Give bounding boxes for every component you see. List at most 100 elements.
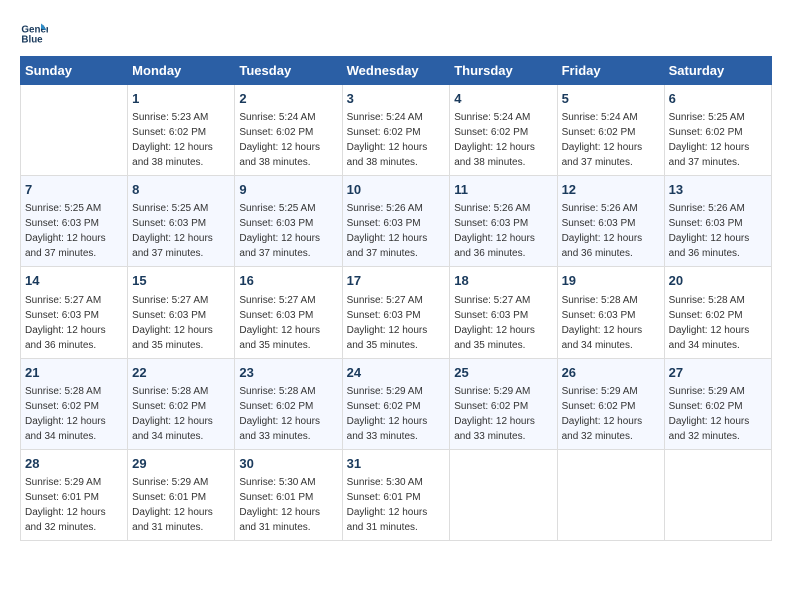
day-info: Sunrise: 5:25 AM Sunset: 6:02 PM Dayligh… — [669, 110, 767, 170]
calendar-week-2: 7Sunrise: 5:25 AM Sunset: 6:03 PM Daylig… — [21, 176, 772, 267]
calendar-cell: 31 Sunrise: 5:30 AM Sunset: 6:01 PM Dayli… — [342, 449, 450, 540]
calendar-cell: 13 Sunrise: 5:26 AM Sunset: 6:03 PM Dayli… — [664, 176, 771, 267]
day-info: Sunrise: 5:29 AM Sunset: 6:02 PM Dayligh… — [669, 384, 767, 444]
day-number: 8 — [132, 181, 230, 199]
calendar-cell: 7Sunrise: 5:25 AM Sunset: 6:03 PM Daylig… — [21, 176, 128, 267]
day-number: 30 — [239, 455, 337, 473]
logo-icon: General Blue — [20, 20, 48, 48]
calendar-cell: 28 Sunrise: 5:29 AM Sunset: 6:01 PM Dayli… — [21, 449, 128, 540]
day-number: 18 — [454, 272, 552, 290]
day-info: Sunrise: 5:26 AM Sunset: 6:03 PM Dayligh… — [454, 201, 552, 261]
day-info: Sunrise: 5:27 AM Sunset: 6:03 PM Dayligh… — [347, 293, 446, 353]
calendar-cell: 3 Sunrise: 5:24 AM Sunset: 6:02 PM Daylig… — [342, 85, 450, 176]
day-number: 14 — [25, 272, 123, 290]
day-info: Sunrise: 5:27 AM Sunset: 6:03 PM Dayligh… — [25, 293, 123, 353]
day-number: 3 — [347, 90, 446, 108]
calendar-week-4: 21 Sunrise: 5:28 AM Sunset: 6:02 PM Dayli… — [21, 358, 772, 449]
day-number: 16 — [239, 272, 337, 290]
day-info: Sunrise: 5:24 AM Sunset: 6:02 PM Dayligh… — [454, 110, 552, 170]
day-info: Sunrise: 5:28 AM Sunset: 6:02 PM Dayligh… — [669, 293, 767, 353]
day-info: Sunrise: 5:26 AM Sunset: 6:03 PM Dayligh… — [669, 201, 767, 261]
day-number: 12 — [562, 181, 660, 199]
day-number: 27 — [669, 364, 767, 382]
day-number: 29 — [132, 455, 230, 473]
day-number: 21 — [25, 364, 123, 382]
calendar-cell: 15 Sunrise: 5:27 AM Sunset: 6:03 PM Dayli… — [128, 267, 235, 358]
calendar-cell: 1 Sunrise: 5:23 AM Sunset: 6:02 PM Daylig… — [128, 85, 235, 176]
calendar-cell — [664, 449, 771, 540]
day-info: Sunrise: 5:27 AM Sunset: 6:03 PM Dayligh… — [132, 293, 230, 353]
calendar-table: SundayMondayTuesdayWednesdayThursdayFrid… — [20, 56, 772, 541]
day-info: Sunrise: 5:27 AM Sunset: 6:03 PM Dayligh… — [239, 293, 337, 353]
calendar-cell: 12Sunrise: 5:26 AM Sunset: 6:03 PM Dayli… — [557, 176, 664, 267]
calendar-cell: 25 Sunrise: 5:29 AM Sunset: 6:02 PM Dayli… — [450, 358, 557, 449]
day-info: Sunrise: 5:28 AM Sunset: 6:02 PM Dayligh… — [25, 384, 123, 444]
svg-text:Blue: Blue — [21, 34, 43, 45]
day-info: Sunrise: 5:25 AM Sunset: 6:03 PM Dayligh… — [25, 201, 123, 261]
weekday-header-thursday: Thursday — [450, 57, 557, 85]
calendar-cell: 4 Sunrise: 5:24 AM Sunset: 6:02 PM Daylig… — [450, 85, 557, 176]
day-number: 10 — [347, 181, 446, 199]
weekday-header-friday: Friday — [557, 57, 664, 85]
day-info: Sunrise: 5:25 AM Sunset: 6:03 PM Dayligh… — [239, 201, 337, 261]
day-info: Sunrise: 5:24 AM Sunset: 6:02 PM Dayligh… — [562, 110, 660, 170]
day-number: 2 — [239, 90, 337, 108]
day-info: Sunrise: 5:26 AM Sunset: 6:03 PM Dayligh… — [347, 201, 446, 261]
calendar-cell: 27 Sunrise: 5:29 AM Sunset: 6:02 PM Dayli… — [664, 358, 771, 449]
calendar-cell: 6Sunrise: 5:25 AM Sunset: 6:02 PM Daylig… — [664, 85, 771, 176]
calendar-cell: 21 Sunrise: 5:28 AM Sunset: 6:02 PM Dayli… — [21, 358, 128, 449]
day-info: Sunrise: 5:30 AM Sunset: 6:01 PM Dayligh… — [347, 475, 446, 535]
day-number: 13 — [669, 181, 767, 199]
day-number: 1 — [132, 90, 230, 108]
calendar-cell: 2 Sunrise: 5:24 AM Sunset: 6:02 PM Daylig… — [235, 85, 342, 176]
day-info: Sunrise: 5:23 AM Sunset: 6:02 PM Dayligh… — [132, 110, 230, 170]
calendar-header: SundayMondayTuesdayWednesdayThursdayFrid… — [21, 57, 772, 85]
day-number: 15 — [132, 272, 230, 290]
day-info: Sunrise: 5:28 AM Sunset: 6:02 PM Dayligh… — [239, 384, 337, 444]
calendar-cell — [450, 449, 557, 540]
day-number: 4 — [454, 90, 552, 108]
calendar-cell — [557, 449, 664, 540]
calendar-cell: 14 Sunrise: 5:27 AM Sunset: 6:03 PM Dayli… — [21, 267, 128, 358]
weekday-header-monday: Monday — [128, 57, 235, 85]
day-number: 9 — [239, 181, 337, 199]
calendar-week-1: 1 Sunrise: 5:23 AM Sunset: 6:02 PM Daylig… — [21, 85, 772, 176]
day-info: Sunrise: 5:29 AM Sunset: 6:01 PM Dayligh… — [132, 475, 230, 535]
day-number: 24 — [347, 364, 446, 382]
day-info: Sunrise: 5:24 AM Sunset: 6:02 PM Dayligh… — [239, 110, 337, 170]
day-number: 11 — [454, 181, 552, 199]
weekday-header-saturday: Saturday — [664, 57, 771, 85]
calendar-cell: 19Sunrise: 5:28 AM Sunset: 6:03 PM Dayli… — [557, 267, 664, 358]
calendar-cell: 5 Sunrise: 5:24 AM Sunset: 6:02 PM Daylig… — [557, 85, 664, 176]
page-header: General Blue — [20, 20, 772, 48]
day-info: Sunrise: 5:29 AM Sunset: 6:01 PM Dayligh… — [25, 475, 123, 535]
day-number: 31 — [347, 455, 446, 473]
calendar-cell: 22 Sunrise: 5:28 AM Sunset: 6:02 PM Dayli… — [128, 358, 235, 449]
calendar-cell: 29 Sunrise: 5:29 AM Sunset: 6:01 PM Dayli… — [128, 449, 235, 540]
calendar-cell: 23 Sunrise: 5:28 AM Sunset: 6:02 PM Dayli… — [235, 358, 342, 449]
day-info: Sunrise: 5:29 AM Sunset: 6:02 PM Dayligh… — [454, 384, 552, 444]
calendar-cell: 24Sunrise: 5:29 AM Sunset: 6:02 PM Dayli… — [342, 358, 450, 449]
day-number: 17 — [347, 272, 446, 290]
day-number: 20 — [669, 272, 767, 290]
calendar-cell: 17 Sunrise: 5:27 AM Sunset: 6:03 PM Dayli… — [342, 267, 450, 358]
weekday-header-row: SundayMondayTuesdayWednesdayThursdayFrid… — [21, 57, 772, 85]
calendar-cell: 11 Sunrise: 5:26 AM Sunset: 6:03 PM Dayli… — [450, 176, 557, 267]
day-info: Sunrise: 5:24 AM Sunset: 6:02 PM Dayligh… — [347, 110, 446, 170]
calendar-cell: 9 Sunrise: 5:25 AM Sunset: 6:03 PM Daylig… — [235, 176, 342, 267]
day-number: 28 — [25, 455, 123, 473]
day-number: 19 — [562, 272, 660, 290]
day-info: Sunrise: 5:27 AM Sunset: 6:03 PM Dayligh… — [454, 293, 552, 353]
day-info: Sunrise: 5:28 AM Sunset: 6:02 PM Dayligh… — [132, 384, 230, 444]
day-number: 5 — [562, 90, 660, 108]
calendar-cell: 16 Sunrise: 5:27 AM Sunset: 6:03 PM Dayli… — [235, 267, 342, 358]
day-number: 25 — [454, 364, 552, 382]
calendar-cell: 18 Sunrise: 5:27 AM Sunset: 6:03 PM Dayli… — [450, 267, 557, 358]
weekday-header-wednesday: Wednesday — [342, 57, 450, 85]
day-number: 23 — [239, 364, 337, 382]
calendar-cell: 30 Sunrise: 5:30 AM Sunset: 6:01 PM Dayli… — [235, 449, 342, 540]
calendar-cell: 26Sunrise: 5:29 AM Sunset: 6:02 PM Dayli… — [557, 358, 664, 449]
day-info: Sunrise: 5:25 AM Sunset: 6:03 PM Dayligh… — [132, 201, 230, 261]
day-info: Sunrise: 5:30 AM Sunset: 6:01 PM Dayligh… — [239, 475, 337, 535]
day-number: 22 — [132, 364, 230, 382]
